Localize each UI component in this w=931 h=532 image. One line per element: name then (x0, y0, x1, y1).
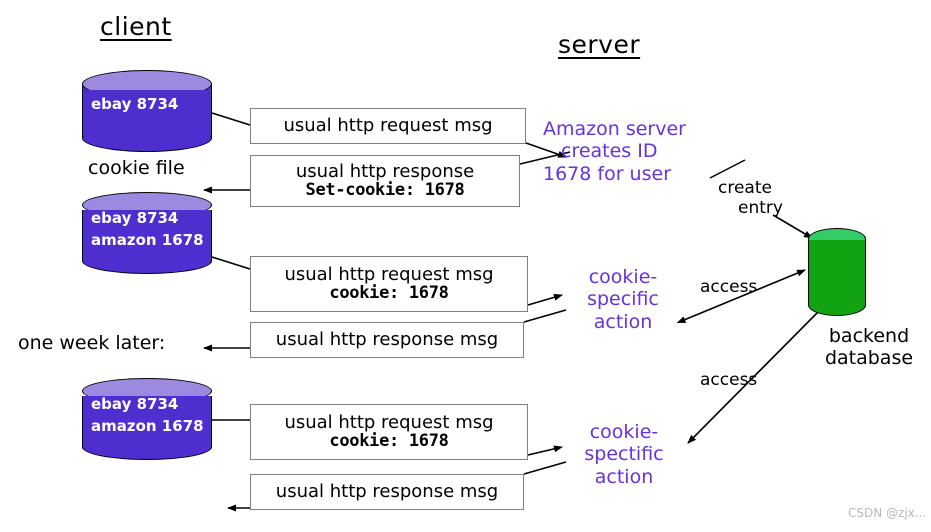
access-label-bottom: access (700, 370, 758, 390)
cylinder-body-fill (808, 240, 866, 306)
note-line: creates ID (561, 140, 658, 163)
cookie-file-cylinder-1: ebay 8734 (82, 70, 212, 152)
message-line-2: Set-cookie: 1678 (305, 179, 465, 200)
arrow-request3-to-action2 (527, 445, 563, 456)
note-line: 1678 for user (543, 162, 671, 185)
cookie-entry: amazon 1678 (91, 416, 204, 435)
note-line: action (593, 310, 653, 333)
watermark: CSDN @zjx... (848, 506, 927, 520)
cookie-specific-action-note-2: cookie- spectific action (568, 421, 680, 488)
create-entry-line-2: entry (738, 198, 783, 218)
backend-database-label: backend database (807, 325, 931, 369)
message-line-1: usual http response (295, 161, 475, 183)
backend-database-cylinder (808, 228, 866, 320)
arrow-request2-to-action1 (527, 293, 563, 306)
cookie-entry: ebay 8734 (91, 395, 179, 413)
message-line-2: cookie: 1678 (329, 430, 449, 451)
backend-label-line-1: backend (828, 325, 910, 347)
note-line: cookie- (588, 266, 658, 288)
message-box-http-response-2: usual http response msg (250, 322, 524, 358)
note-line: specific (587, 288, 659, 311)
cookie-specific-action-note-1: cookie- specific action (573, 266, 673, 333)
one-week-later-label: one week later: (18, 332, 166, 354)
note-line: action (594, 465, 654, 488)
cookie-entry: ebay 8734 (91, 95, 179, 113)
cookie-file-1-contents: ebay 8734 (82, 94, 212, 116)
cookie-file-3-contents: ebay 8734 amazon 1678 (82, 394, 212, 438)
message-line-1: usual http request msg (284, 264, 494, 286)
create-entry-label: create entry (718, 178, 783, 218)
connector-action2-to-response3 (523, 461, 567, 475)
cookie-flow-diagram: client server ebay 8734 cookie file ebay… (0, 0, 931, 532)
cookie-file-2-contents: ebay 8734 amazon 1678 (82, 208, 212, 252)
message-box-http-response-set-cookie: usual http response Set-cookie: 1678 (250, 155, 520, 207)
connector-cookie1-to-request1 (211, 112, 251, 126)
server-heading: server (558, 30, 641, 59)
message-line-2: cookie: 1678 (329, 282, 449, 303)
create-entry-line-1: create (718, 178, 772, 198)
cookie-file-label: cookie file (88, 157, 185, 179)
backend-label-line-2: database (824, 347, 914, 369)
note-line: Amazon server (543, 118, 686, 140)
arrow-create-entry-to-db (772, 214, 813, 239)
cookie-file-cylinder-2: ebay 8734 amazon 1678 (82, 192, 212, 278)
connector-note-to-create-entry (709, 159, 746, 179)
message-box-http-request-1: usual http request msg (250, 108, 526, 144)
client-heading: client (100, 12, 172, 41)
amazon-creates-id-note: Amazon server creates ID 1678 for user (543, 118, 686, 185)
message-box-http-response-3: usual http response msg (250, 474, 524, 510)
cookie-entry: ebay 8734 (91, 209, 179, 227)
cookie-entry: amazon 1678 (91, 230, 204, 249)
message-line-1: usual http response msg (275, 481, 499, 503)
message-box-http-request-cookie-1: usual http request msg cookie: 1678 (250, 256, 528, 312)
connector-cookie2-to-request2 (211, 256, 251, 270)
cookie-file-cylinder-3: ebay 8734 amazon 1678 (82, 378, 212, 464)
note-line: spectific (584, 443, 664, 466)
note-line: cookie- (589, 421, 659, 443)
message-line-1: usual http response msg (275, 329, 499, 351)
message-line-1: usual http request msg (284, 412, 494, 434)
message-box-http-request-cookie-2: usual http request msg cookie: 1678 (250, 404, 528, 460)
connector-action1-to-response2 (523, 309, 567, 323)
access-label-top: access (700, 277, 758, 297)
message-line-1: usual http request msg (283, 115, 493, 137)
